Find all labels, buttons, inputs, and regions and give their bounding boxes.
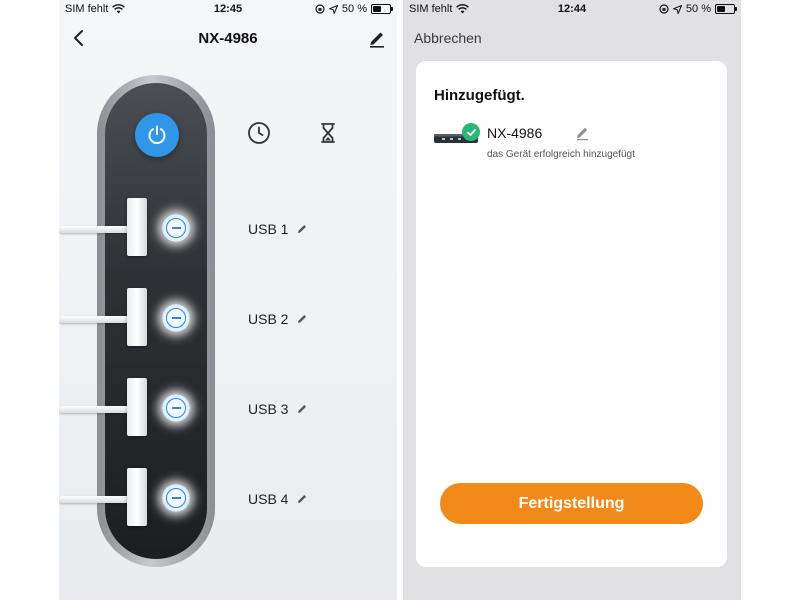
usb-3-toggle[interactable]	[162, 394, 190, 422]
card-heading: Hinzugefügt.	[434, 87, 525, 104]
device-added-screen: SIM fehlt 12:44 50 % Abbrechen Hinzugefü…	[403, 0, 741, 600]
pencil-icon[interactable]	[296, 403, 308, 415]
battery-percent: 50 %	[341, 3, 367, 15]
device-control-screen: SIM fehlt 12:45 50 % NX-4986 USB 1 USB 2…	[59, 0, 397, 600]
pencil-icon[interactable]	[296, 313, 308, 325]
port-label-usb-2[interactable]: USB 2	[248, 311, 308, 327]
page-title: NX-4986	[198, 30, 258, 47]
battery-icon	[715, 4, 737, 14]
battery-icon	[371, 4, 393, 14]
usb-2-toggle[interactable]	[162, 304, 190, 332]
minus-circle-icon	[166, 398, 186, 418]
finish-button[interactable]: Fertigstellung	[440, 483, 703, 524]
pencil-icon[interactable]	[296, 223, 308, 235]
usb-1-toggle[interactable]	[162, 214, 190, 242]
port-name: USB 2	[248, 311, 289, 327]
port-label-usb-4[interactable]: USB 4	[248, 491, 308, 507]
rotation-lock-icon	[659, 4, 669, 14]
port-name: USB 3	[248, 401, 289, 417]
usb-4-toggle[interactable]	[162, 484, 190, 512]
port-name: USB 4	[248, 491, 289, 507]
usb-plug	[127, 468, 147, 526]
result-card: Hinzugefügt. NX-4986 das Gerät erfolgrei…	[416, 61, 727, 567]
clock-icon[interactable]	[246, 120, 272, 146]
usb-plug	[127, 378, 147, 436]
port-name: USB 1	[248, 221, 289, 237]
pencil-icon[interactable]	[296, 493, 308, 505]
device-name: NX-4986	[487, 125, 543, 141]
minus-circle-icon	[166, 308, 186, 328]
edit-pencil-icon[interactable]	[365, 26, 389, 50]
checkmark-icon	[462, 123, 480, 141]
rotation-lock-icon	[315, 4, 325, 14]
minus-circle-icon	[166, 488, 186, 508]
port-label-usb-3[interactable]: USB 3	[248, 401, 308, 417]
port-label-usb-1[interactable]: USB 1	[248, 221, 308, 237]
status-bar: SIM fehlt 12:45 50 %	[59, 0, 397, 18]
location-arrow-icon	[328, 4, 338, 14]
device-status-text: das Gerät erfolgreich hinzugefügt	[487, 149, 635, 160]
rename-pencil-icon[interactable]	[574, 125, 590, 141]
battery-percent: 50 %	[685, 3, 711, 15]
location-arrow-icon	[672, 4, 682, 14]
hourglass-icon[interactable]	[315, 120, 341, 146]
minus-circle-icon	[166, 218, 186, 238]
usb-plug	[127, 288, 147, 346]
usb-plug	[127, 198, 147, 256]
power-button[interactable]	[135, 113, 179, 157]
power-icon	[148, 125, 166, 144]
status-bar: SIM fehlt 12:44 50 %	[403, 0, 741, 18]
cancel-link[interactable]: Abbrechen	[414, 30, 482, 46]
